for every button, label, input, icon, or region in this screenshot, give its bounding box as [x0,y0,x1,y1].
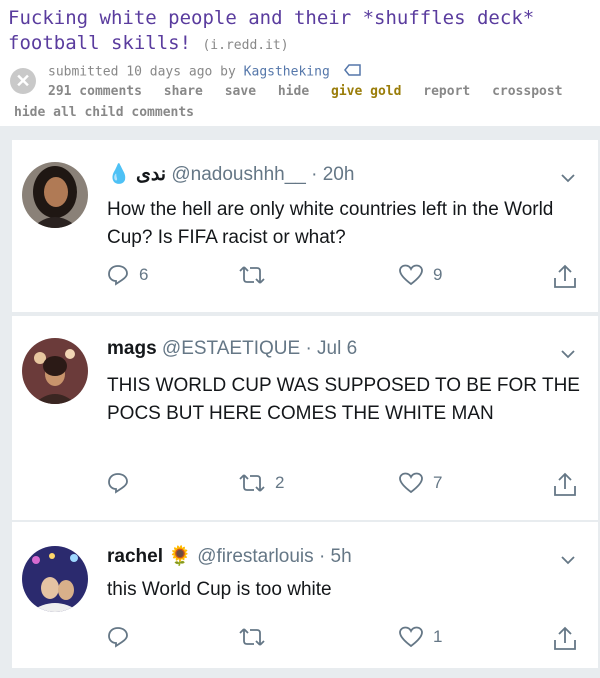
tweets-screenshot: 💧 ندى @nadoushhh__ · 20h How the hell ar… [0,126,600,678]
post-domain[interactable]: (i.redd.it) [202,38,288,53]
tweet-actions: 2 7 [107,472,587,500]
author-link[interactable]: Kagstheking [244,65,330,80]
handle[interactable]: @ESTAETIQUE [162,338,300,359]
reply-button[interactable]: 6 [107,264,148,286]
display-name[interactable]: ندى [136,164,166,185]
emoji-icon: 💧 [107,164,131,185]
tweet-text: THIS WORLD CUP WAS SUPPOSED TO BE FOR TH… [107,375,580,424]
crosspost-link[interactable]: crosspost [492,84,562,99]
avatar[interactable] [22,162,88,228]
heart-icon [399,472,423,494]
retweet-icon [239,266,265,284]
like-button[interactable]: 1 [399,626,442,648]
retweet-count: 2 [275,473,285,492]
retweet-icon [239,628,265,646]
post-meta: submitted 10 days ago by Kagstheking [48,64,362,80]
tweet[interactable]: rachel 🌻 @firestarlouis · 5h this World … [12,522,598,668]
reply-button[interactable] [107,626,139,648]
tweet-header: mags @ESTAETIQUE · Jul 6 [107,338,357,360]
retweet-button[interactable] [239,626,275,648]
tweet-header: 💧 ندى @nadoushhh__ · 20h [107,162,354,186]
tweet-actions: 6 9 [107,264,587,292]
reply-icon [108,627,128,648]
heart-icon [399,626,423,648]
tweet-text: How the hell are only white countries le… [107,199,554,248]
reply-icon [108,265,128,286]
retweet-button[interactable]: 2 [239,472,284,494]
retweet-icon [239,474,265,492]
handle[interactable]: @nadoushhh__ [171,164,305,185]
avatar[interactable] [22,546,88,612]
share-icon [554,264,576,288]
chevron-down-icon[interactable] [560,346,576,362]
avatar[interactable] [22,338,88,404]
heart-icon [399,264,423,286]
hide-child-comments-link[interactable]: hide all child comments [14,105,194,120]
report-link[interactable]: report [423,84,470,99]
tweet-header: rachel 🌻 @firestarlouis · 5h [107,544,352,568]
like-count: 7 [433,473,443,492]
submitted-text: submitted 10 days ago by [48,64,236,80]
retweet-button[interactable] [239,264,275,286]
tweet[interactable]: 💧 ندى @nadoushhh__ · 20h How the hell ar… [12,140,598,312]
comments-link[interactable]: 291 comments [48,84,142,99]
share-button[interactable] [553,264,577,290]
hide-link[interactable]: hide [278,84,309,99]
save-link[interactable]: save [225,84,256,99]
like-count: 1 [433,627,443,646]
reddit-post-header: Fucking white people and their *shuffles… [0,0,600,126]
reply-button[interactable] [107,472,139,494]
close-icon[interactable]: ✕ [10,68,36,94]
tweet-text: this World Cup is too white [107,579,332,600]
share-button[interactable] [553,626,577,652]
share-icon [554,472,576,496]
handle[interactable]: @firestarlouis [197,546,313,567]
timestamp[interactable]: · 20h [311,164,354,185]
share-button[interactable] [553,472,577,498]
like-count: 9 [433,265,443,284]
tweet[interactable]: mags @ESTAETIQUE · Jul 6 THIS WORLD CUP … [12,316,598,520]
like-button[interactable]: 9 [399,264,442,286]
chevron-down-icon[interactable] [560,552,576,568]
timestamp[interactable]: · Jul 6 [305,338,357,359]
tag-icon [343,64,362,80]
share-link[interactable]: share [164,84,203,99]
reply-icon [108,473,128,494]
post-title[interactable]: Fucking white people and their *shuffles… [8,6,588,58]
reply-count: 6 [139,265,149,284]
emoji-icon: 🌻 [168,546,192,567]
like-button[interactable]: 7 [399,472,442,494]
display-name[interactable]: rachel [107,546,163,567]
chevron-down-icon[interactable] [560,170,576,186]
share-icon [554,626,576,650]
tweet-actions: 1 [107,626,587,654]
timestamp[interactable]: · 5h [319,546,352,567]
display-name[interactable]: mags [107,338,157,359]
give-gold-link[interactable]: give gold [331,84,401,99]
post-actions: 291 comments share save hide give gold r… [48,84,577,99]
